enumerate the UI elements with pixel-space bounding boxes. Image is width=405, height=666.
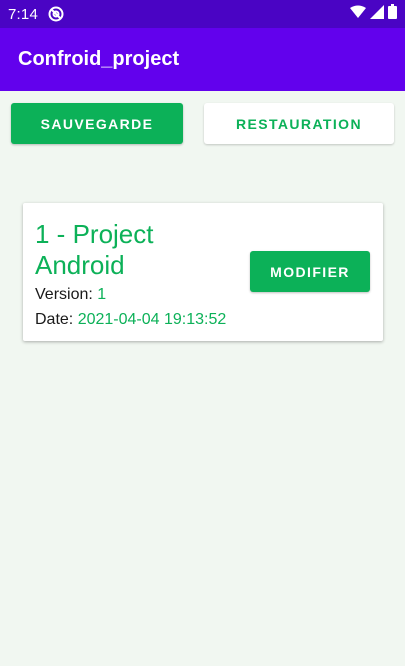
date-label: Date:	[35, 311, 74, 328]
version-label: Version:	[35, 286, 93, 303]
app-bar: Confroid_project	[0, 28, 405, 91]
date-value: 2021-04-04 19:13:52	[77, 311, 227, 328]
signal-icon	[370, 4, 384, 24]
battery-icon	[388, 4, 397, 24]
restore-button[interactable]: RESTAURATION	[204, 103, 394, 144]
wifi-icon	[350, 5, 366, 24]
app-title: Confroid_project	[18, 48, 180, 70]
status-bar: 7:14	[0, 0, 405, 28]
project-title: 1 - Project Android	[35, 219, 154, 280]
save-button[interactable]: SAUVEGARDE	[11, 103, 183, 144]
at-sign-icon	[48, 6, 64, 22]
project-card: 1 - Project Android Version: 1 Date: 202…	[23, 203, 383, 341]
status-time: 7:14	[8, 5, 38, 23]
project-version: Version: 1	[35, 286, 106, 304]
project-date: Date: 2021-04-04 19:13:52	[35, 311, 226, 329]
modify-button[interactable]: MODIFIER	[250, 251, 370, 292]
status-icons	[350, 4, 397, 24]
version-value: 1	[97, 286, 107, 303]
